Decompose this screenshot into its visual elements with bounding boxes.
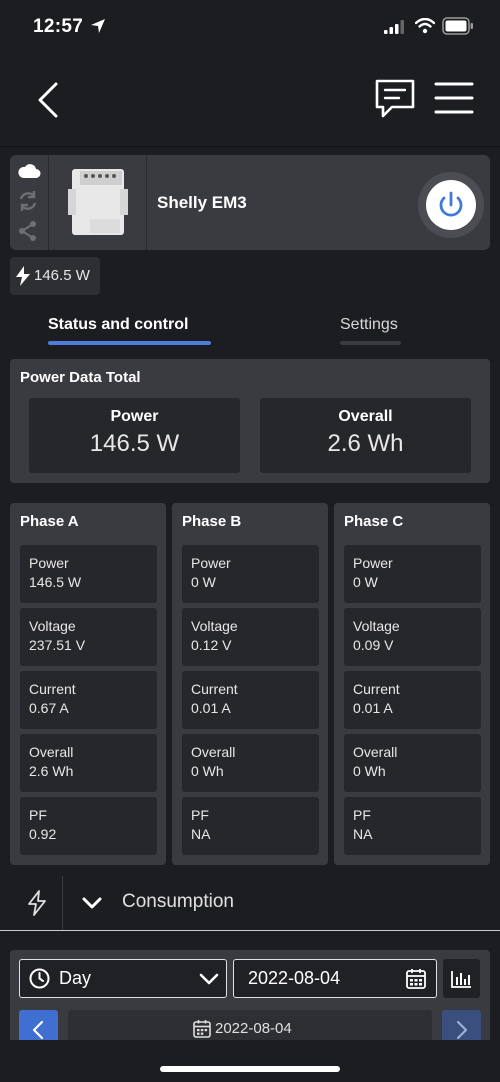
phase-b-pf: PF NA (182, 797, 319, 855)
phase-a-voltage: Voltage 237.51 V (20, 608, 157, 666)
power-icon (439, 191, 463, 217)
phase-a-current: Current 0.67 A (20, 671, 157, 729)
metric-value: 0 W (353, 574, 378, 590)
total-overall-box: Overall 2.6 Wh (260, 398, 471, 473)
metric-value: NA (353, 826, 373, 842)
cloud-icon (18, 164, 41, 178)
metric-value: 0.01 A (353, 700, 393, 716)
metric-value: NA (191, 826, 211, 842)
bar-chart-icon (451, 971, 471, 988)
total-power-box: Power 146.5 W (29, 398, 240, 473)
total-overall-label: Overall (338, 408, 393, 425)
date-value: 2022-08-04 (248, 968, 341, 988)
sync-icon (19, 191, 37, 211)
metric-value: 0.12 V (191, 637, 232, 653)
current-date-text: 2022-08-04 (215, 1020, 292, 1037)
chart-view-button[interactable] (443, 959, 480, 998)
metric-value: 0.01 A (191, 700, 231, 716)
metric-value: 0 W (191, 574, 216, 590)
metric-label: PF (191, 807, 209, 823)
app-header (0, 56, 500, 147)
phase-c-overall: Overall 0 Wh (344, 734, 481, 792)
phase-c-power: Power 0 W (344, 545, 481, 603)
battery-icon (442, 17, 473, 35)
metric-value: 0 Wh (353, 763, 386, 779)
metric-label: Overall (191, 744, 236, 760)
status-time: 12:57 (33, 16, 84, 37)
metric-value: 0.09 V (353, 637, 394, 653)
location-arrow-icon (91, 19, 105, 33)
tab-status-and-control[interactable]: Status and control (48, 316, 188, 334)
metric-label: Power (353, 555, 393, 571)
cellular-signal-icon (384, 20, 404, 34)
metric-value: 0.92 (29, 826, 57, 842)
share-icon[interactable] (18, 220, 38, 242)
phase-b-voltage: Voltage 0.12 V (182, 608, 319, 666)
metric-value: 2.6 Wh (29, 763, 74, 779)
metric-label: Overall (29, 744, 74, 760)
period-select[interactable] (19, 959, 227, 998)
phase-c-pf: PF NA (344, 797, 481, 855)
consumption-header[interactable] (0, 876, 500, 931)
home-indicator-area (0, 1040, 500, 1082)
phase-title: Phase B (182, 513, 242, 530)
metric-label: Current (353, 681, 400, 697)
metric-label: Voltage (353, 618, 400, 634)
total-overall-value: 2.6 Wh (327, 430, 404, 457)
wifi-icon (415, 18, 435, 34)
phase-c-current: Current 0.01 A (344, 671, 481, 729)
tab-inactive-indicator (340, 341, 401, 345)
power-data-total-title: Power Data Total (20, 369, 141, 386)
metric-label: PF (353, 807, 371, 823)
lightning-bolt-icon (16, 266, 30, 286)
metric-label: Current (191, 681, 238, 697)
power-badge-value: 146.5 W (34, 267, 90, 284)
tab-settings[interactable]: Settings (340, 316, 398, 334)
metric-label: Overall (353, 744, 398, 760)
hamburger-menu-button[interactable] (434, 80, 474, 116)
phase-c-card: Phase C Power 0 W Voltage 0.09 V Current… (334, 503, 490, 865)
phase-a-power: Power 146.5 W (20, 545, 157, 603)
back-button[interactable] (30, 80, 66, 120)
clock-icon (29, 968, 50, 989)
total-power-value: 146.5 W (89, 430, 180, 457)
lightning-outline-icon[interactable] (22, 889, 52, 917)
phase-a-pf: PF 0.92 (20, 797, 157, 855)
metric-value: 0 Wh (191, 763, 224, 779)
period-value: Day (59, 968, 92, 988)
phase-a-card: Phase A Power 146.5 W Voltage 237.51 V C… (10, 503, 166, 865)
phase-b-current: Current 0.01 A (182, 671, 319, 729)
calendar-icon[interactable] (406, 968, 426, 989)
phase-a-overall: Overall 2.6 Wh (20, 734, 157, 792)
consumption-divider (62, 876, 63, 930)
metric-label: Power (191, 555, 231, 571)
phase-b-power: Power 0 W (182, 545, 319, 603)
metric-label: Voltage (191, 618, 238, 634)
total-power-label: Power (110, 408, 159, 425)
power-toggle-inner[interactable] (426, 180, 476, 230)
metric-label: Current (29, 681, 76, 697)
phase-title: Phase C (344, 513, 404, 530)
phase-title: Phase A (20, 513, 79, 530)
tab-active-indicator (48, 341, 211, 345)
metric-value: 146.5 W (29, 574, 82, 590)
calendar-icon (193, 1020, 211, 1038)
metric-value: 0.67 A (29, 700, 69, 716)
metric-label: Power (29, 555, 69, 571)
consumption-label[interactable]: Consumption (122, 891, 234, 913)
metric-value: 237.51 V (29, 637, 86, 653)
chevron-down-icon (199, 973, 219, 985)
home-indicator[interactable] (160, 1066, 340, 1072)
phase-b-card: Phase B Power 0 W Voltage 0.12 V Current… (172, 503, 328, 865)
metric-label: PF (29, 807, 47, 823)
chevron-down-icon[interactable] (80, 891, 104, 915)
din-rail-meter-icon (68, 169, 128, 235)
device-image (50, 155, 147, 250)
device-name: Shelly EM3 (157, 193, 247, 212)
metric-label: Voltage (29, 618, 76, 634)
phase-b-overall: Overall 0 Wh (182, 734, 319, 792)
phase-c-voltage: Voltage 0.09 V (344, 608, 481, 666)
feedback-chat-button[interactable] (372, 76, 418, 122)
